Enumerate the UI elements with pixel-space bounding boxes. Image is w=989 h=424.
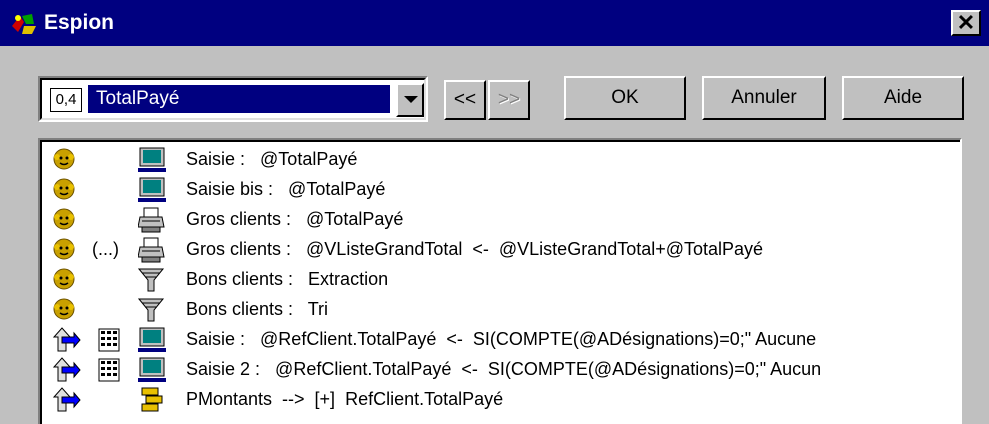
list-item[interactable]: Saisie 2 : @RefClient.TotalPayé <- SI(CO… (42, 354, 960, 387)
list-item[interactable]: Gros clients : @TotalPayé (42, 204, 960, 234)
list-item[interactable]: PMontants --> [+] RefClient.TotalPayé (42, 384, 960, 414)
list-item-text: Saisie bis : @TotalPayé (186, 179, 386, 199)
next-button[interactable]: >> (488, 80, 530, 120)
calculator-icon (98, 328, 120, 357)
ellipsis-marker: (...) (92, 239, 119, 259)
list-item-text: Bons clients : Tri (186, 299, 329, 319)
list-item-text: PMontants --> [+] RefClient.TotalPayé (186, 389, 504, 409)
type-badge: 0,4 (50, 88, 82, 112)
list-item-text: Gros clients : @TotalPayé (186, 209, 404, 229)
list-item[interactable]: Saisie : @RefClient.TotalPayé <- SI(COMP… (42, 324, 960, 357)
list-item[interactable]: Bons clients : Tri (42, 294, 960, 324)
calculator-icon (98, 358, 120, 387)
list-item[interactable]: Bons clients : Extraction (42, 264, 960, 294)
ok-button[interactable]: OK (564, 76, 686, 120)
list-item[interactable]: Saisie bis : @TotalPayé (42, 174, 960, 204)
close-icon: ✕ (956, 10, 976, 35)
app-spy-icon (10, 12, 38, 36)
cancel-button[interactable]: Annuler (702, 76, 826, 120)
list-item-text: Saisie 2 : @RefClient.TotalPayé <- SI(CO… (186, 359, 822, 379)
list-item-text: Bons clients : Extraction (186, 269, 389, 289)
list-item[interactable]: (...) Gros clients : @VListeGrandTotal <-… (42, 234, 960, 264)
previous-button[interactable]: << (444, 80, 486, 120)
chevron-down-icon (404, 96, 418, 103)
up-arrow-icon (52, 387, 82, 418)
procedure-icon (138, 387, 166, 418)
list-item-text: Saisie : @TotalPayé (186, 149, 358, 169)
dropdown-button[interactable] (396, 83, 424, 117)
help-button[interactable]: Aide (842, 76, 964, 120)
window-title: Espion (44, 11, 115, 34)
list-item-text: Saisie : @RefClient.TotalPayé <- SI(COMP… (186, 329, 817, 349)
close-button[interactable]: ✕ (951, 10, 981, 36)
variable-combobox[interactable]: 0,4 TotalPayé (38, 76, 428, 122)
references-list[interactable]: Saisie : @TotalPayé Saisie bis : @TotalPa… (38, 138, 962, 424)
combobox-value: TotalPayé (88, 85, 390, 113)
list-item-text: Gros clients : @VListeGrandTotal <- @VLi… (186, 239, 764, 259)
list-item[interactable]: Saisie : @TotalPayé (42, 144, 960, 174)
title-bar: Espion ✕ (0, 0, 989, 46)
